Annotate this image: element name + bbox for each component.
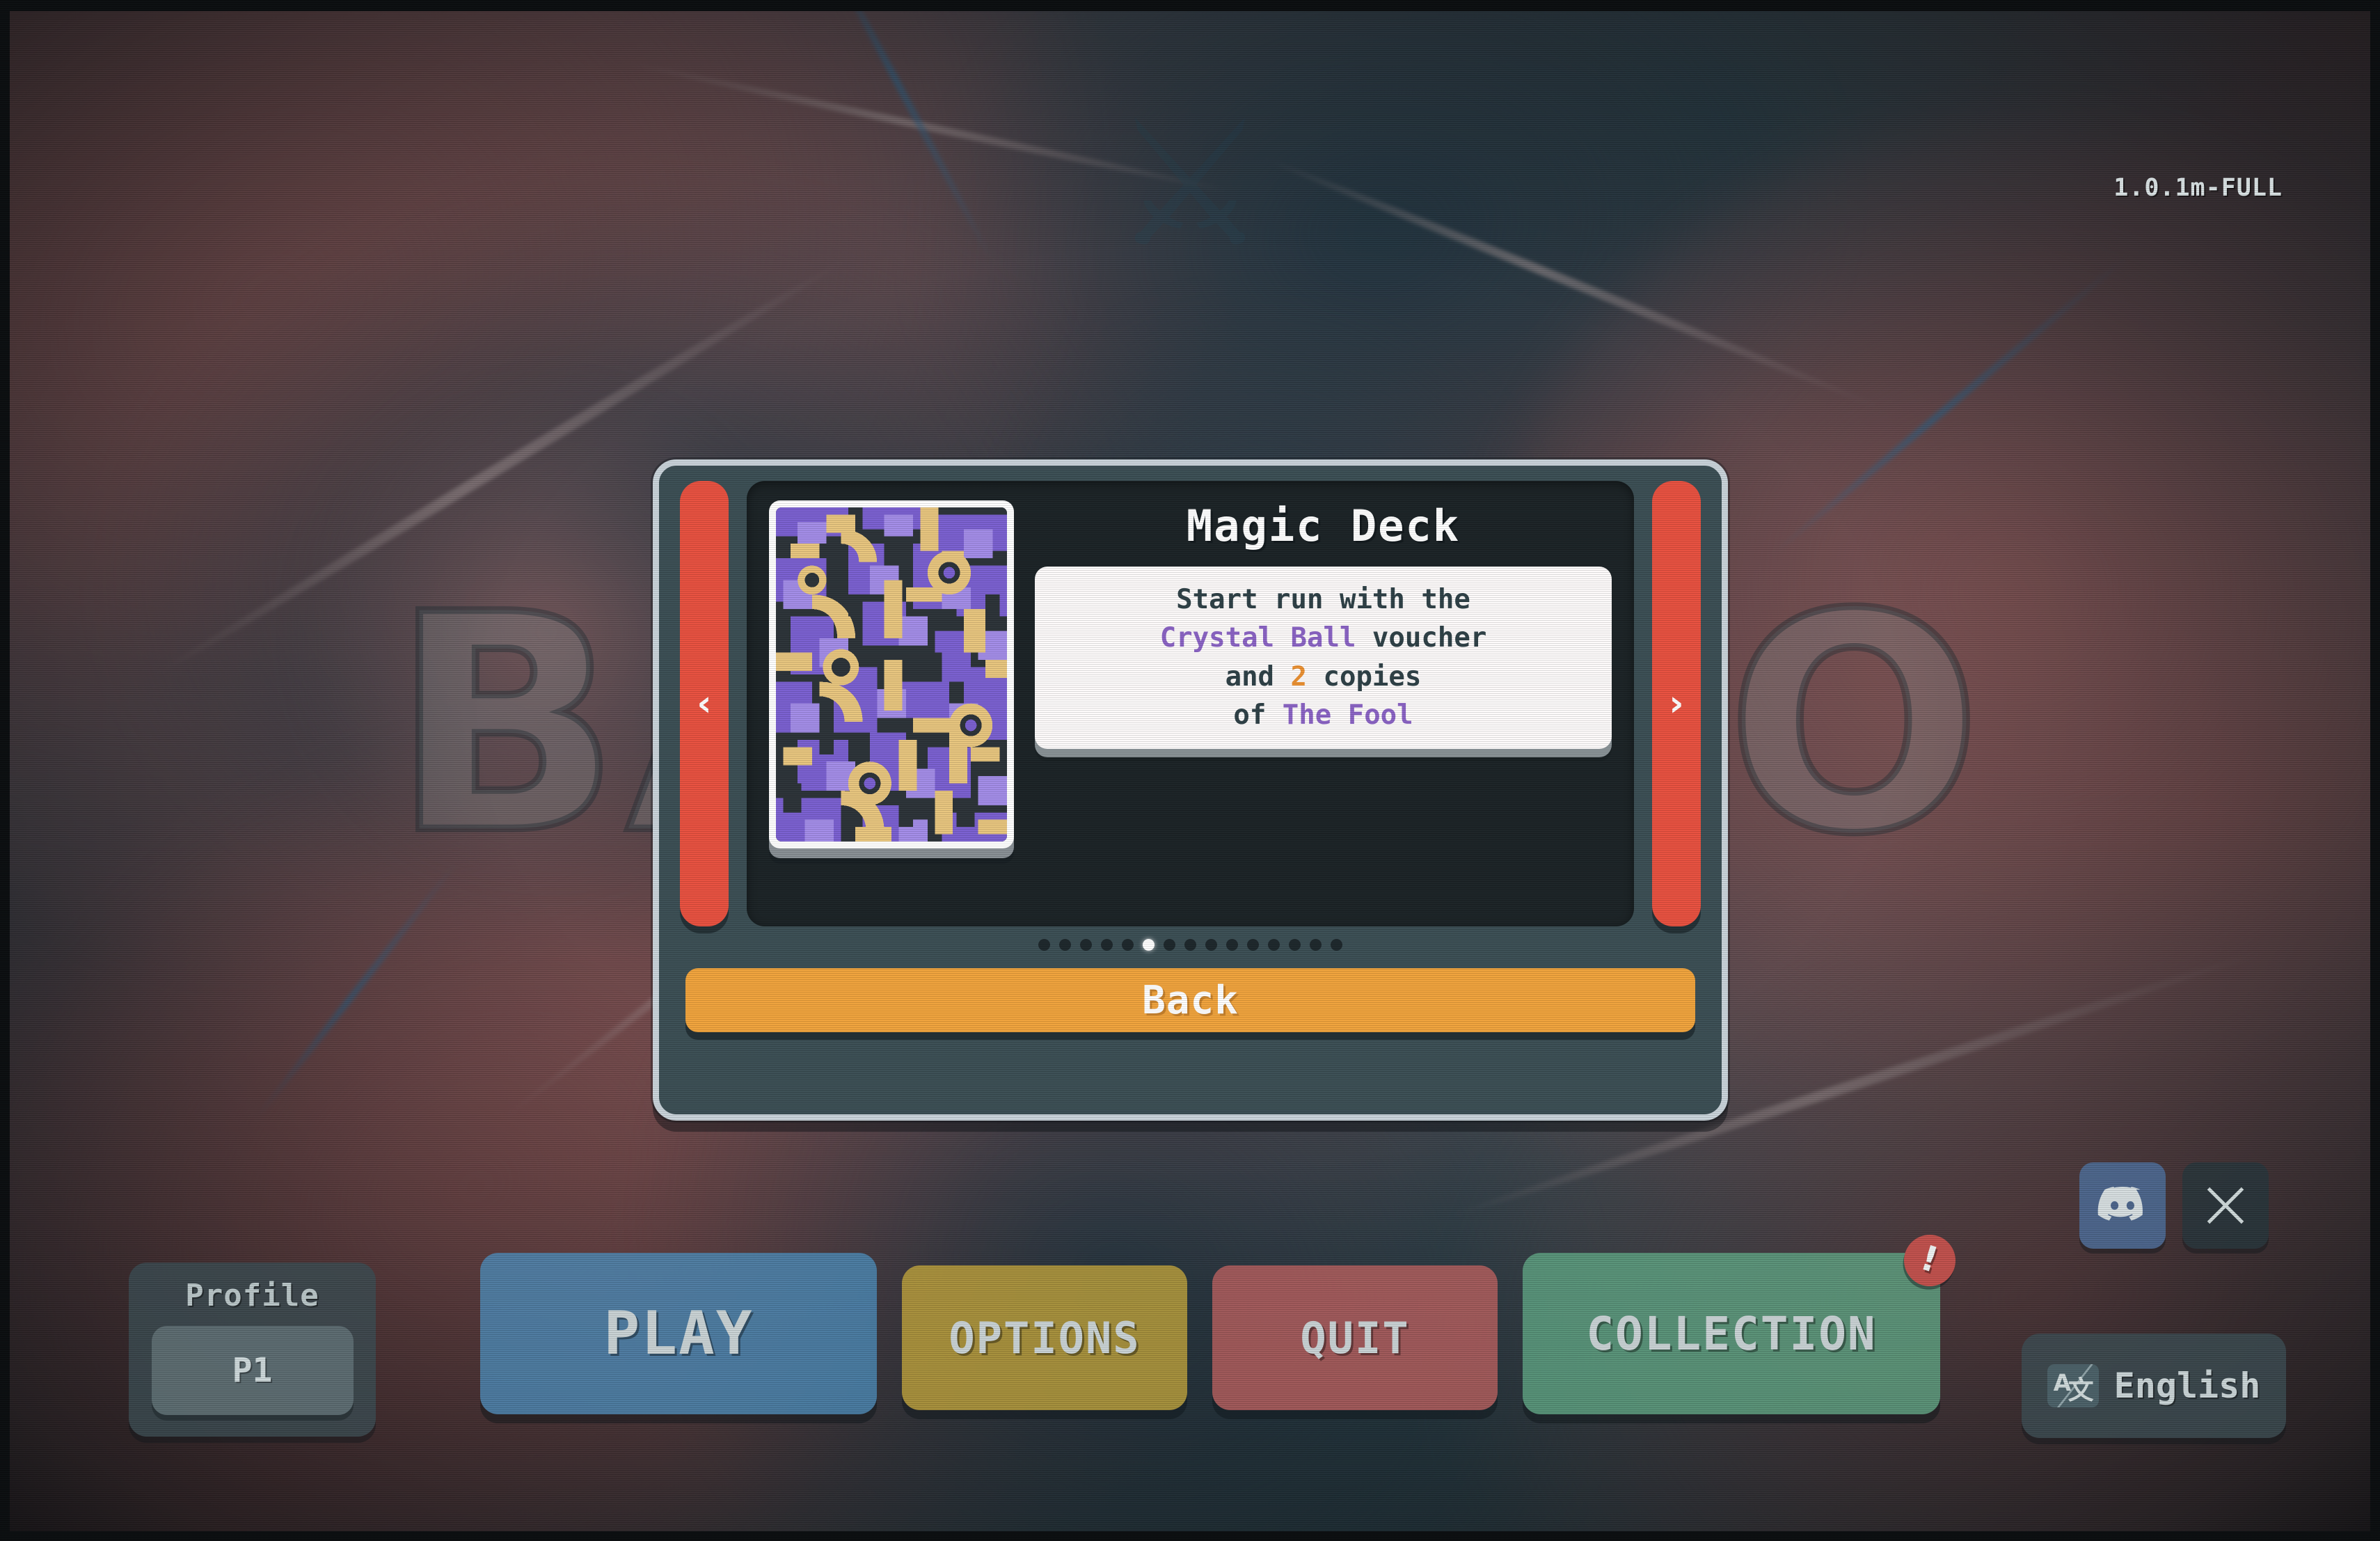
language-label: English (2113, 1366, 2261, 1406)
options-button[interactable]: OPTIONS (902, 1265, 1187, 1410)
deck-description-line: Crystal Ball voucher (1160, 619, 1487, 657)
deck-description-segment: Crystal Ball (1159, 622, 1356, 654)
modal-panel: ‹ Magic Deck Start run with the Crystal … (653, 459, 1728, 1121)
deck-description-line: and 2 copies (1160, 658, 1487, 696)
profile-label: Profile (185, 1278, 319, 1313)
deck-stage: Magic Deck Start run with the Crystal Bal… (747, 481, 1634, 926)
deck-carousel: ‹ Magic Deck Start run with the Crystal … (680, 481, 1701, 926)
pagination-dot[interactable] (1331, 939, 1342, 951)
pagination-dot[interactable] (1247, 939, 1259, 951)
deck-description-panel: Start run with the Crystal Ball voucher an… (1035, 567, 1612, 749)
pagination-dot[interactable] (1122, 939, 1134, 951)
version-label: 1.0.1m-FULL (2113, 174, 2283, 202)
pagination-dot[interactable] (1184, 939, 1196, 951)
letterbox-top (0, 0, 2380, 11)
discord-button[interactable] (2079, 1162, 2166, 1249)
language-selector[interactable]: A 文 English (2022, 1334, 2286, 1438)
magic-deck-card-back-icon (776, 507, 1007, 841)
deck-description-segment: Start run with the (1176, 584, 1470, 616)
play-button[interactable]: PLAY (480, 1253, 877, 1414)
modal-content: ‹ Magic Deck Start run with the Crystal … (680, 481, 1701, 926)
social-links (2079, 1162, 2269, 1249)
profile-selector[interactable]: P1 (151, 1326, 354, 1415)
pagination-dot[interactable] (1205, 939, 1217, 951)
pagination-dot[interactable] (1164, 939, 1175, 951)
deck-description-segment: The Fool (1282, 700, 1413, 732)
back-button[interactable]: Back (685, 968, 1695, 1032)
exclamation-icon: ! (1916, 1237, 1944, 1281)
deck-description-segment: 2 (1290, 661, 1307, 693)
prev-deck-button[interactable]: ‹ (680, 481, 729, 926)
x-twitter-button[interactable] (2182, 1162, 2269, 1249)
deck-info: Magic Deck Start run with the Crystal Bal… (1035, 500, 1612, 749)
deck-description-line: Start run with the (1160, 580, 1487, 619)
pagination-dot[interactable] (1059, 939, 1071, 951)
profile-panel: Profile P1 (129, 1263, 376, 1437)
deck-title: Magic Deck (1186, 500, 1461, 551)
pagination-dot[interactable] (1226, 939, 1238, 951)
deck-select-modal: ‹ Magic Deck Start run with the Crystal … (653, 459, 1728, 1121)
collection-button[interactable]: COLLECTION ! (1523, 1228, 1962, 1414)
deck-description-line: of The Fool (1160, 696, 1487, 734)
x-twitter-icon (2207, 1187, 2244, 1224)
deck-pagination[interactable] (659, 939, 1722, 951)
deck-card-back[interactable] (769, 500, 1014, 848)
pagination-dot[interactable] (1289, 939, 1301, 951)
letterbox-bottom (0, 1531, 2380, 1541)
game-screen: ⚔ BALATRO 1.0.1m-FULL ‹ (0, 0, 2380, 1541)
deck-description-segment: and (1225, 661, 1291, 693)
pagination-dot[interactable] (1268, 939, 1280, 951)
pagination-dot[interactable] (1101, 939, 1113, 951)
deck-description-segment: copies (1307, 661, 1422, 693)
next-deck-button[interactable]: › (1652, 481, 1701, 926)
pagination-dot[interactable] (1080, 939, 1092, 951)
pagination-dot[interactable] (1310, 939, 1322, 951)
discord-icon (2097, 1187, 2143, 1221)
deck-description-text: Start run with the Crystal Ball voucher an… (1160, 580, 1487, 735)
menu-buttons: PLAY OPTIONS QUIT COLLECTION ! (480, 1228, 1962, 1414)
translate-icon-cjk-glyph: 文 (2068, 1375, 2094, 1405)
pagination-dot-active[interactable] (1143, 939, 1155, 951)
pagination-dot[interactable] (1038, 939, 1050, 951)
translate-icon: A 文 (2047, 1364, 2099, 1407)
deck-description-segment: voucher (1356, 622, 1487, 654)
quit-button[interactable]: QUIT (1212, 1265, 1498, 1410)
collection-button-label: COLLECTION (1586, 1306, 1877, 1361)
deck-description-segment: of (1233, 700, 1283, 732)
